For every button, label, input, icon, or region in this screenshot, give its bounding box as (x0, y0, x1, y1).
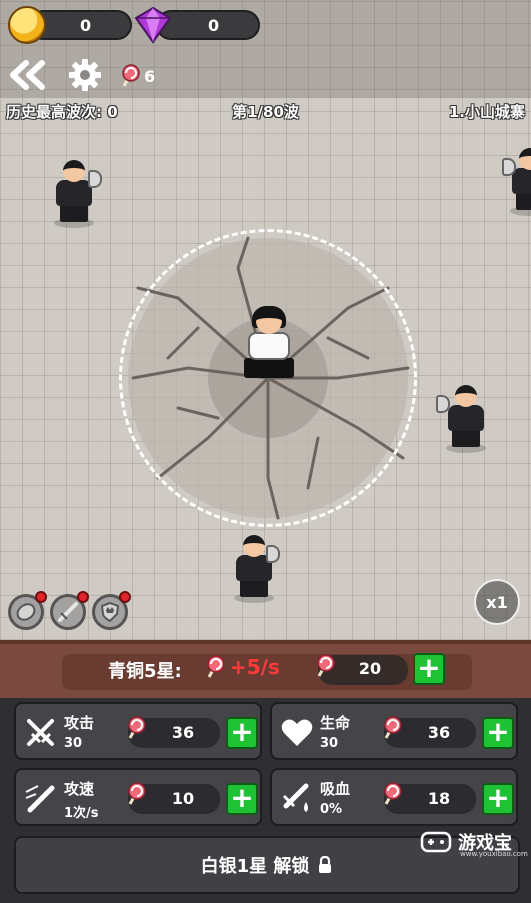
stat-name: 吸血 (320, 780, 351, 798)
sword-icon (27, 719, 54, 746)
gear-icon[interactable] (68, 58, 102, 92)
battle-arena: 0 0 6 历史最高波次: 0 第1/80波 1.小山城寨 x1 (0, 0, 531, 640)
stat-value: 1次/s (64, 806, 99, 821)
enemy-thug (436, 385, 490, 455)
lollipop-icon (384, 782, 402, 805)
speed-sword-icon (25, 785, 55, 813)
enemy-thug (50, 160, 102, 230)
stat-card-hp: 生命 30 36 + (270, 702, 518, 760)
lollipop-icon (317, 654, 335, 677)
heart-icon (281, 719, 313, 746)
rank-upgrade-plus-button[interactable]: + (413, 653, 445, 685)
orb-icon (16, 603, 36, 621)
stat-plus-button[interactable]: + (482, 717, 514, 749)
notification-dot (35, 591, 47, 603)
lollipop-icon (128, 782, 146, 805)
stat-cost-value: 36 (427, 723, 451, 742)
gamepad-icon (420, 831, 452, 853)
lollipop-icon (384, 716, 402, 739)
axe-icon (266, 545, 280, 563)
lollipop-icon (122, 64, 140, 87)
blade-icon (58, 602, 78, 622)
stage-name-label: 1.小山城寨 (448, 103, 525, 121)
game-speed-button[interactable]: x1 (474, 579, 520, 625)
stat-plus-button[interactable]: + (226, 717, 258, 749)
shield-icon (100, 601, 120, 623)
stat-plus-button[interactable]: + (226, 783, 258, 815)
axe-icon (88, 170, 102, 188)
stat-name: 攻速 (64, 780, 95, 798)
bloodsuck-icon (282, 783, 309, 812)
stat-value: 30 (64, 736, 83, 751)
enemy-thug (502, 148, 531, 218)
hero-fighter (238, 306, 300, 380)
stat-card-lifesteal: 吸血 0% 18 + (270, 768, 518, 826)
enemy-thug (230, 535, 280, 605)
stat-card-attack-speed: 攻速 1次/s 10 + (14, 768, 262, 826)
lollipop-icon (207, 655, 225, 678)
gem-value: 0 (208, 16, 220, 35)
lollipop-icon (128, 716, 146, 739)
axe-icon (436, 395, 450, 413)
rank-cost-value: 20 (358, 659, 382, 678)
lollipop-count: 6 (144, 66, 156, 86)
back-icon[interactable] (8, 60, 52, 90)
gem-icon (134, 6, 172, 44)
coin-value: 0 (80, 16, 92, 35)
stat-name: 生命 (320, 714, 351, 732)
skill-blade-button[interactable] (50, 591, 89, 630)
stat-plus-button[interactable]: + (482, 783, 514, 815)
stat-card-attack: 攻击 30 36 + (14, 702, 262, 760)
stat-cost-value: 10 (171, 789, 195, 808)
income-rate: +5/s (230, 655, 280, 679)
watermark-url: www.youxibao.com (460, 850, 528, 858)
unlock-label: 白银1星 解锁 (200, 856, 310, 877)
notification-dot (119, 591, 131, 603)
watermark: 游戏宝 www.youxibao.com (420, 826, 528, 858)
lollipop-counter: 6 (118, 63, 155, 89)
stat-cost-value: 18 (427, 789, 451, 808)
lock-icon (319, 856, 332, 873)
skill-orb-button[interactable] (8, 591, 47, 630)
axe-icon (502, 158, 516, 176)
stat-cost-value: 36 (171, 723, 195, 742)
rank-label: 青铜5星: (108, 661, 182, 682)
notification-dot (77, 591, 89, 603)
coin-icon (8, 6, 46, 44)
stat-value: 30 (320, 736, 339, 751)
stat-value: 0% (320, 802, 343, 817)
stat-name: 攻击 (64, 714, 95, 732)
skill-shield-button[interactable] (92, 591, 131, 630)
